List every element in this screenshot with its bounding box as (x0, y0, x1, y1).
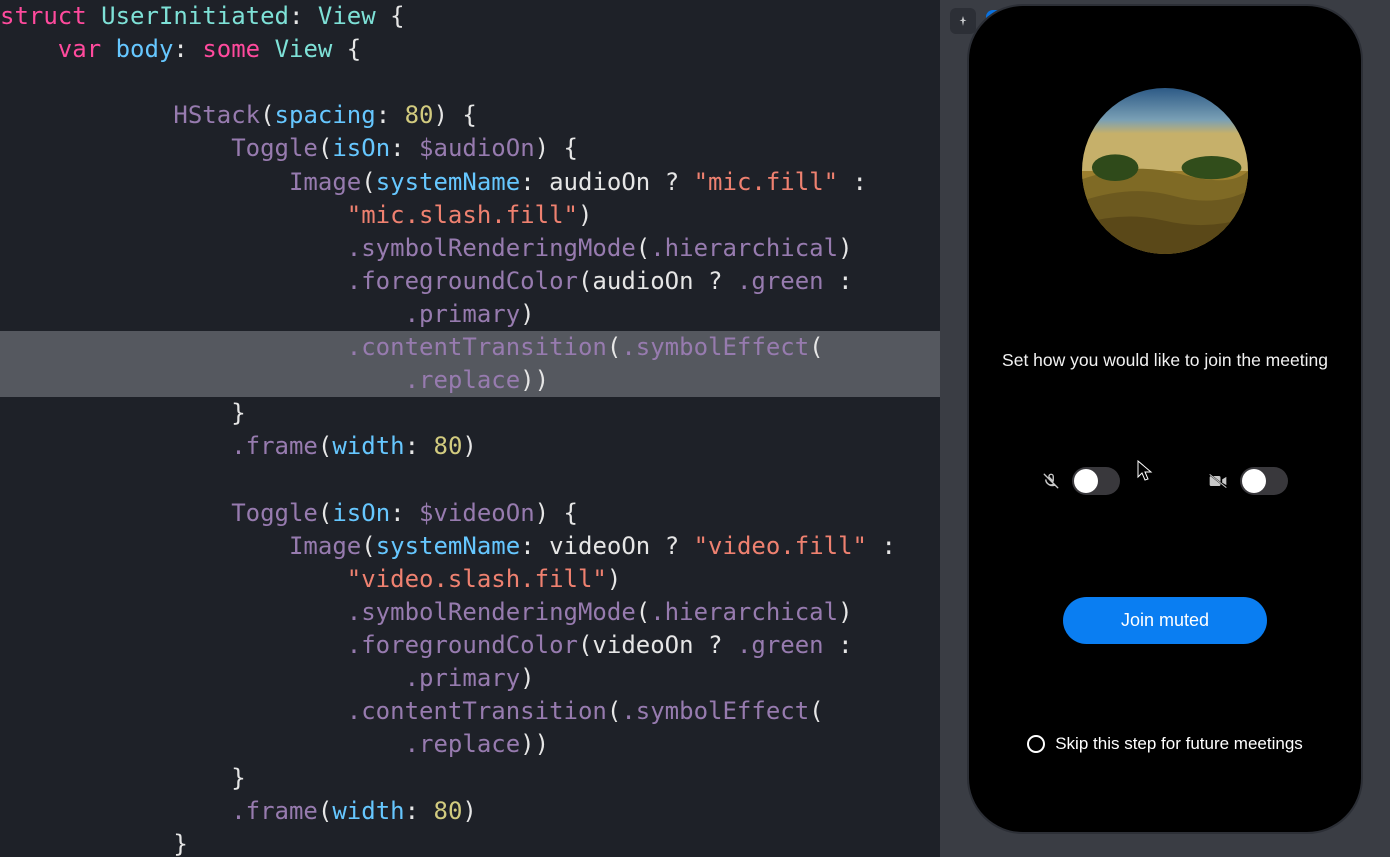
phone-mock: Set how you would like to join the meeti… (967, 4, 1363, 834)
toggle-row (1042, 467, 1288, 495)
identifier: audioOn (549, 168, 650, 196)
prop-name: width (332, 797, 404, 825)
binding: $audioOn (419, 134, 535, 162)
member: .hierarchical (650, 598, 838, 626)
string: "video.slash.fill" (347, 565, 607, 593)
member: .green (737, 267, 824, 295)
identifier: audioOn (592, 267, 693, 295)
type-name: UserInitiated (101, 2, 289, 30)
skip-option[interactable]: Skip this step for future meetings (1027, 734, 1303, 754)
keyword: some (202, 35, 260, 63)
mic-slash-icon (1042, 472, 1060, 490)
video-toggle-group (1208, 467, 1288, 495)
type-name: View (318, 2, 376, 30)
prop-name: width (332, 432, 404, 460)
video-slash-icon (1208, 472, 1228, 490)
modifier: .symbolRenderingMode (347, 234, 636, 262)
number: 80 (434, 432, 463, 460)
call: Image (289, 168, 361, 196)
modifier: .frame (231, 432, 318, 460)
audio-toggle-group (1042, 467, 1120, 495)
prop-name: body (116, 35, 174, 63)
string: "mic.fill" (694, 168, 839, 196)
join-prompt: Set how you would like to join the meeti… (1002, 350, 1328, 371)
member: .green (737, 631, 824, 659)
pin-icon (957, 15, 969, 27)
modifier: .contentTransition (347, 333, 607, 361)
keyword: struct (0, 2, 87, 30)
binding: $videoOn (419, 499, 535, 527)
modifier: .foregroundColor (347, 267, 578, 295)
skip-label: Skip this step for future meetings (1055, 734, 1303, 754)
switch-knob (1242, 469, 1266, 493)
string: "mic.slash.fill" (347, 201, 578, 229)
call: Toggle (231, 134, 318, 162)
call: Image (289, 532, 361, 560)
member: .replace (405, 730, 521, 758)
prop-name: isOn (332, 134, 390, 162)
prop-name: systemName (376, 532, 521, 560)
prop-name: systemName (376, 168, 521, 196)
modifier: .frame (231, 797, 318, 825)
modifier: .symbolRenderingMode (347, 598, 636, 626)
number: 80 (434, 797, 463, 825)
call: .symbolEffect (621, 333, 809, 361)
modifier: .contentTransition (347, 697, 607, 725)
member: .primary (405, 664, 521, 692)
call: HStack (173, 101, 260, 129)
number: 80 (405, 101, 434, 129)
switch-knob (1074, 469, 1098, 493)
code-editor[interactable]: struct UserInitiated: View { var body: s… (0, 0, 940, 857)
code-content: struct UserInitiated: View { var body: s… (0, 0, 940, 857)
prop-name: spacing (275, 101, 376, 129)
prop-name: isOn (332, 499, 390, 527)
member: .replace (405, 366, 521, 394)
call: .symbolEffect (621, 697, 809, 725)
member: .primary (405, 300, 521, 328)
type-name: View (275, 35, 333, 63)
avatar (1082, 88, 1248, 254)
join-button[interactable]: Join muted (1063, 597, 1267, 644)
string: "video.fill" (694, 532, 867, 560)
radio-icon (1027, 735, 1045, 753)
keyword: var (58, 35, 101, 63)
identifier: videoOn (549, 532, 650, 560)
audio-switch[interactable] (1072, 467, 1120, 495)
video-switch[interactable] (1240, 467, 1288, 495)
modifier: .foregroundColor (347, 631, 578, 659)
preview-pane: Preview (Line 71) (940, 0, 1390, 857)
member: .hierarchical (650, 234, 838, 262)
identifier: videoOn (592, 631, 693, 659)
call: Toggle (231, 499, 318, 527)
